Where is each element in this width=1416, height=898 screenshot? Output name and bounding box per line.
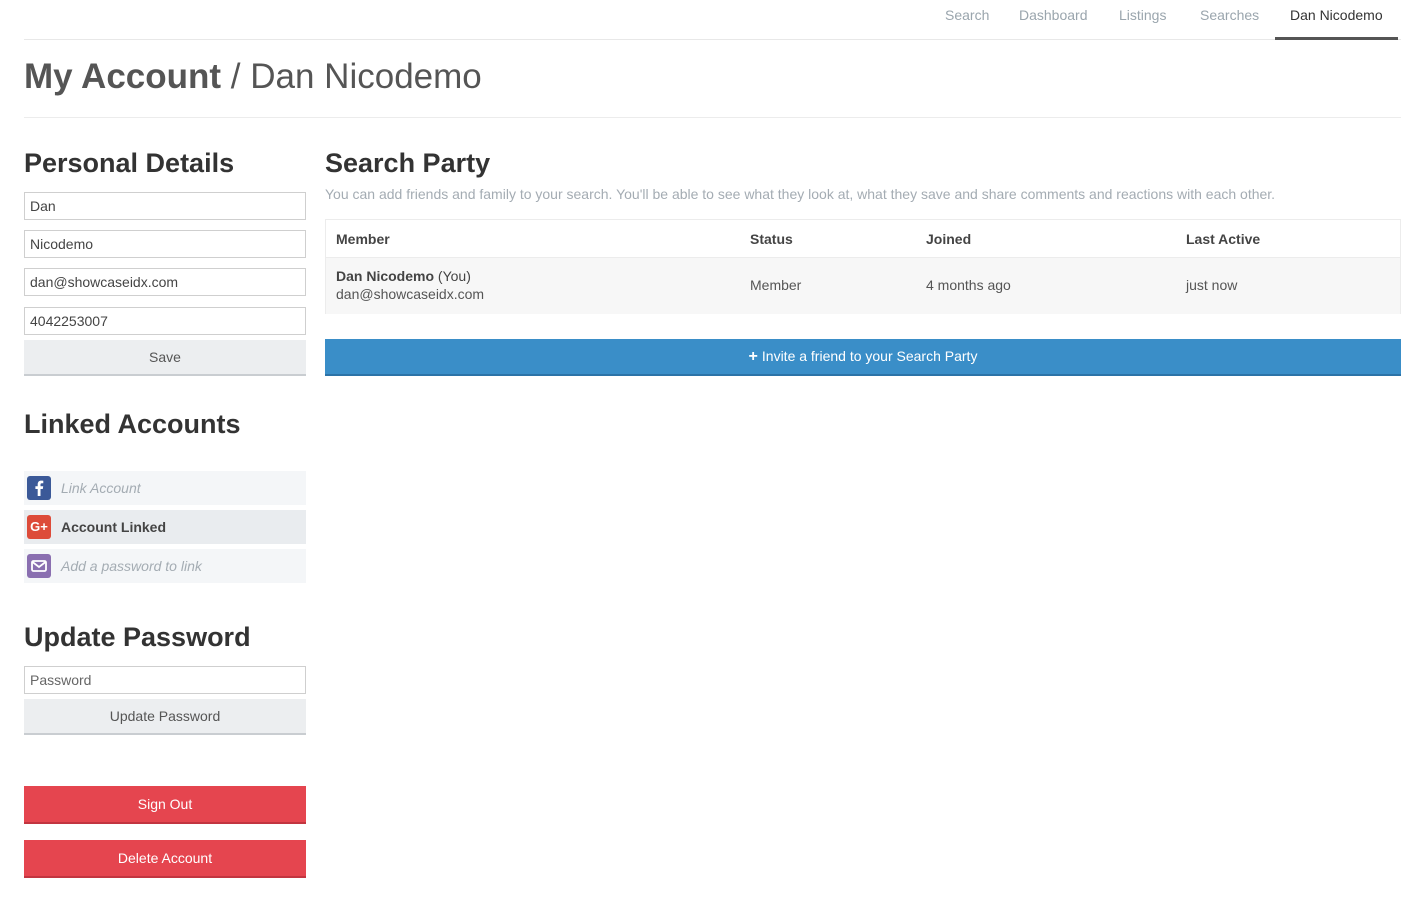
member-you-label: (You) xyxy=(437,268,471,284)
update-password-heading: Update Password xyxy=(24,622,251,652)
facebook-icon xyxy=(27,476,51,500)
member-last-active: just now xyxy=(1186,277,1238,293)
table-row: Dan Nicodemo (You) dan@showcaseidx.com M… xyxy=(326,258,1400,314)
phone-input[interactable] xyxy=(24,307,306,335)
member-joined: 4 months ago xyxy=(926,277,1011,293)
link-facebook-row[interactable]: Link Account xyxy=(24,471,306,505)
member-name: Dan Nicodemo xyxy=(336,268,435,284)
delete-account-button[interactable]: Delete Account xyxy=(24,840,306,878)
page-title-main: My Account xyxy=(24,57,222,96)
search-party-heading: Search Party xyxy=(325,148,491,178)
member-email: dan@showcaseidx.com xyxy=(336,286,485,302)
top-navigation: Search Dashboard Listings Searches Dan N… xyxy=(24,0,1401,40)
link-email-label: Add a password to link xyxy=(61,558,202,574)
nav-listings[interactable]: Listings xyxy=(1119,0,1166,40)
link-email-row[interactable]: Add a password to link xyxy=(24,549,306,583)
personal-details-heading: Personal Details xyxy=(24,148,235,178)
google-plus-icon: G+ xyxy=(27,515,51,539)
envelope-icon xyxy=(27,554,51,578)
search-party-description: You can add friends and family to your s… xyxy=(325,186,1276,202)
sign-out-button[interactable]: Sign Out xyxy=(24,786,306,824)
save-button[interactable]: Save xyxy=(24,340,306,376)
column-status: Status xyxy=(750,231,793,247)
nav-searches[interactable]: Searches xyxy=(1200,0,1259,40)
column-joined: Joined xyxy=(926,231,972,247)
link-facebook-label: Link Account xyxy=(61,480,141,496)
email-input[interactable] xyxy=(24,268,306,296)
nav-dashboard[interactable]: Dashboard xyxy=(1019,0,1088,40)
invite-friend-label: Invite a friend to your Search Party xyxy=(761,348,978,364)
update-password-button[interactable]: Update Password xyxy=(24,699,306,735)
linked-accounts-heading: Linked Accounts xyxy=(24,409,241,439)
last-name-input[interactable] xyxy=(24,230,306,258)
plus-icon: + xyxy=(748,348,758,365)
link-google-label: Account Linked xyxy=(61,519,167,535)
nav-search[interactable]: Search xyxy=(945,0,989,40)
page-title-user: Dan Nicodemo xyxy=(250,57,482,96)
member-name-line: Dan Nicodemo (You) xyxy=(336,268,471,284)
table-header: Member Status Joined Last Active xyxy=(326,220,1400,258)
search-party-table: Member Status Joined Last Active Dan Nic… xyxy=(325,219,1401,314)
page-title-separator: / xyxy=(230,57,241,96)
first-name-input[interactable] xyxy=(24,192,306,220)
column-member: Member xyxy=(336,231,390,247)
password-input[interactable] xyxy=(24,666,306,694)
nav-account[interactable]: Dan Nicodemo xyxy=(1275,0,1398,40)
invite-friend-button[interactable]: + Invite a friend to your Search Party xyxy=(325,339,1401,376)
member-status: Member xyxy=(750,277,802,293)
page-title: My Account / Dan Nicodemo xyxy=(24,56,482,98)
column-last-active: Last Active xyxy=(1186,231,1261,247)
header-divider xyxy=(24,117,1401,118)
link-google-row[interactable]: G+ Account Linked xyxy=(24,510,306,544)
